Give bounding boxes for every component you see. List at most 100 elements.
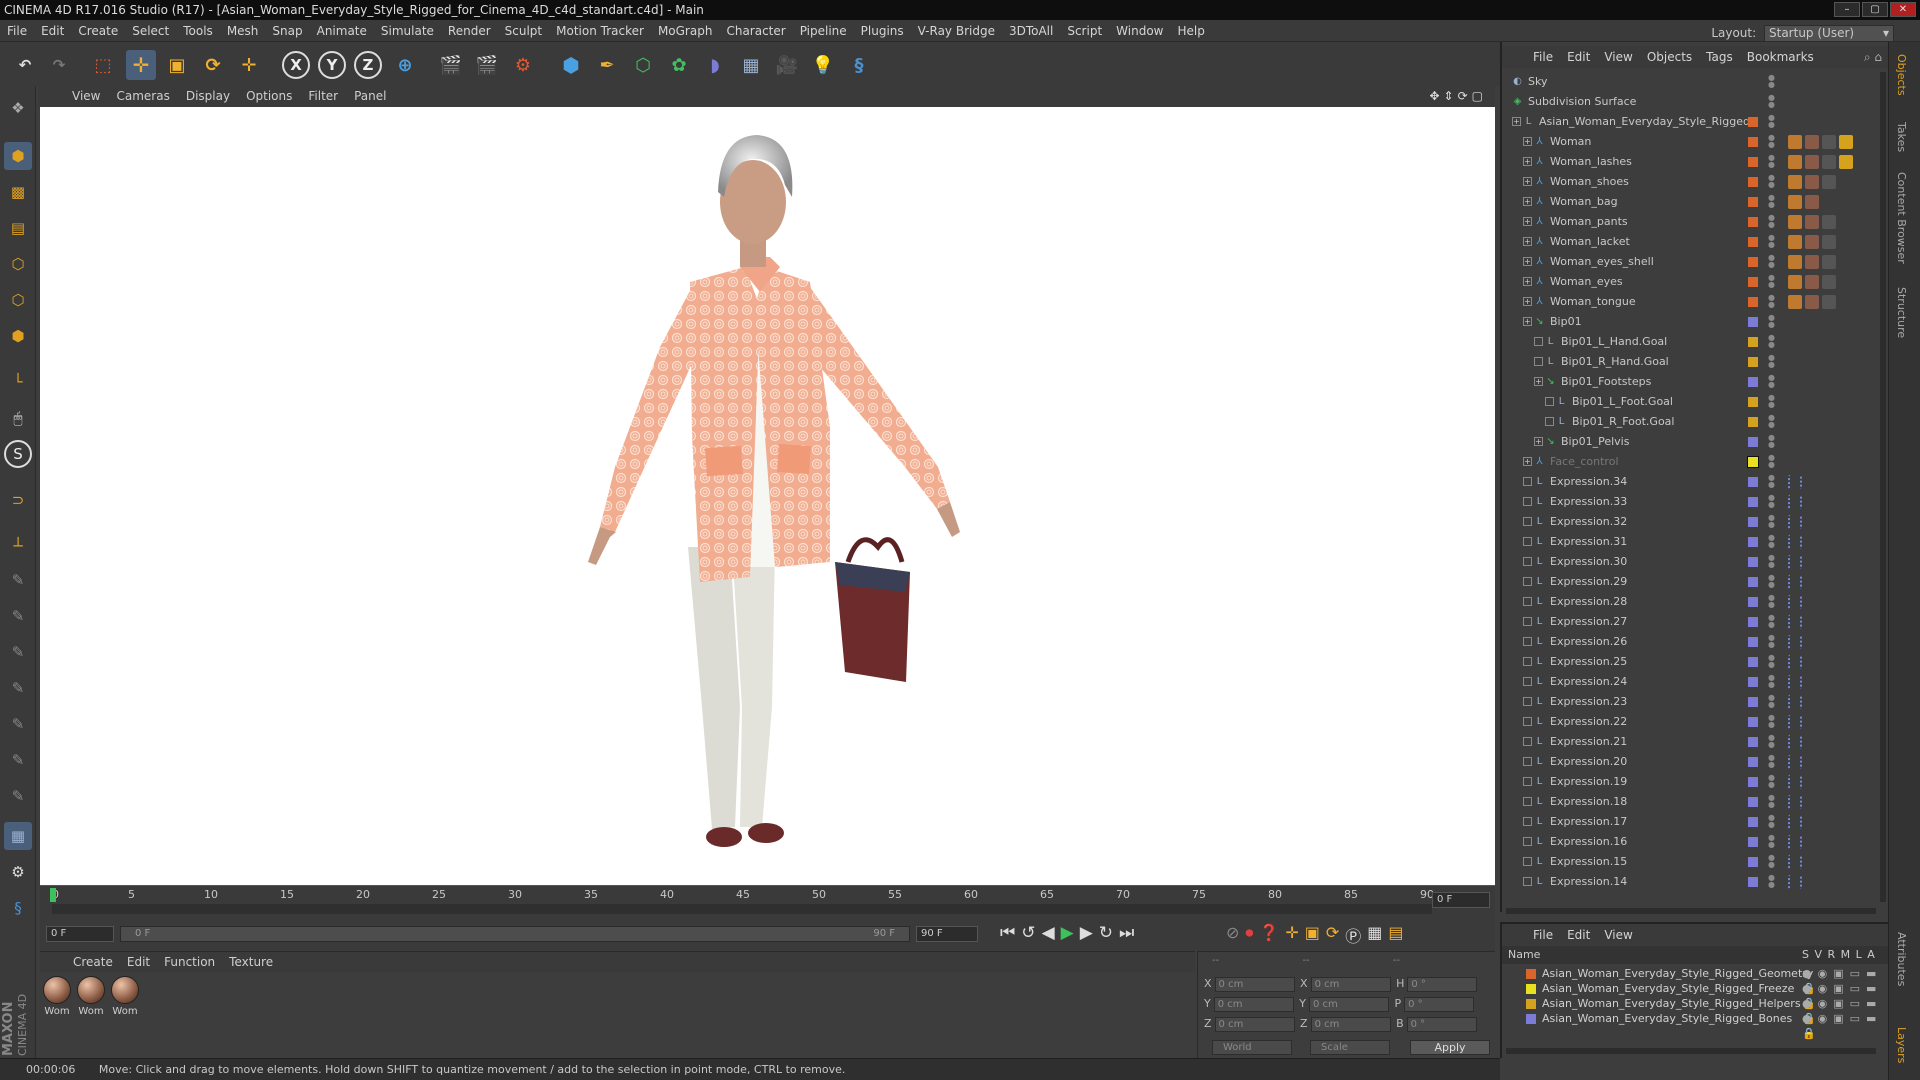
tag-icon[interactable] [1805, 275, 1819, 289]
layer-color-swatch[interactable] [1748, 277, 1758, 287]
grid-lock-icon[interactable]: ▦ [4, 822, 32, 850]
expand-toggle-icon[interactable] [1523, 497, 1532, 506]
layer-color-swatch[interactable] [1748, 317, 1758, 327]
z-axis-lock-button[interactable]: Z [354, 51, 382, 79]
motion-record-icon[interactable]: ⊘ [1226, 923, 1239, 947]
expand-toggle-icon[interactable]: + [1523, 457, 1532, 466]
expand-toggle-icon[interactable] [1523, 857, 1532, 866]
tab-layers[interactable]: Layers [1895, 1027, 1908, 1063]
key-scale-icon[interactable]: ▣ [1305, 923, 1320, 947]
rotation-h-field[interactable]: 0 ° [1407, 977, 1478, 992]
expand-toggle-icon[interactable]: + [1523, 137, 1532, 146]
menu-tools[interactable]: Tools [176, 20, 220, 42]
expand-toggle-icon[interactable]: + [1523, 217, 1532, 226]
object-row[interactable]: L Expression.15 ● ● [1502, 852, 1890, 872]
tag-icon[interactable] [1822, 255, 1836, 269]
menu-motion-tracker[interactable]: Motion Tracker [549, 20, 651, 42]
render-picture-viewer-icon[interactable]: 🎬 [472, 50, 502, 80]
visibility-dots-icon[interactable]: ● ● [1768, 134, 1775, 149]
object-row[interactable]: ◈ Subdivision Surface ● ● [1502, 92, 1890, 112]
menu-mesh[interactable]: Mesh [220, 20, 266, 42]
expand-toggle-icon[interactable]: + [1523, 177, 1532, 186]
position-z-field[interactable]: 0 cm [1214, 1017, 1295, 1032]
object-menu-objects[interactable]: Objects [1640, 46, 1699, 68]
object-row[interactable]: + ↘ Bip01_Pelvis ● ● [1502, 432, 1890, 452]
tag-icon[interactable] [1788, 875, 1802, 889]
object-row[interactable]: L Expression.30 ● ● [1502, 552, 1890, 572]
timeline-settings-icon[interactable]: ▤ [1388, 923, 1403, 947]
tag-icon[interactable] [1788, 855, 1802, 869]
visibility-dots-icon[interactable]: ● ● [1768, 214, 1775, 229]
visibility-dots-icon[interactable]: ● ● [1768, 474, 1775, 489]
object-row[interactable]: L Bip01_L_Hand.Goal ● ● [1502, 332, 1890, 352]
key-position-icon[interactable]: ✛ [1285, 923, 1298, 947]
tag-icon[interactable] [1788, 615, 1802, 629]
material-menu-create[interactable]: Create [66, 952, 120, 972]
expand-toggle-icon[interactable]: + [1523, 197, 1532, 206]
tag-icon[interactable] [1788, 555, 1802, 569]
object-menu-file[interactable]: File [1526, 46, 1560, 68]
layer-color-swatch[interactable] [1748, 697, 1758, 707]
viewport-menu-options[interactable]: Options [238, 86, 300, 107]
layer-color-swatch[interactable] [1748, 797, 1758, 807]
x-axis-lock-button[interactable]: X [282, 51, 310, 79]
tab-objects[interactable]: Objects [1895, 54, 1908, 96]
floor-icon[interactable]: ▦ [736, 50, 766, 80]
step-back-icon[interactable]: ◀ [1042, 923, 1055, 943]
visibility-dots-icon[interactable]: ● ● [1768, 94, 1775, 109]
expand-toggle-icon[interactable] [1523, 657, 1532, 666]
tag-icon[interactable] [1788, 295, 1802, 309]
close-button[interactable]: ✕ [1890, 2, 1916, 17]
position-x-field[interactable]: 0 cm [1214, 977, 1295, 992]
visibility-dots-icon[interactable]: ● ● [1768, 574, 1775, 589]
material-swatch[interactable]: Wom [42, 976, 72, 1017]
layer-color-swatch[interactable] [1748, 297, 1758, 307]
redo-icon[interactable]: ↷ [44, 50, 74, 80]
menu-character[interactable]: Character [719, 20, 792, 42]
object-row[interactable]: L Expression.25 ● ● [1502, 652, 1890, 672]
menu-sculpt[interactable]: Sculpt [498, 20, 549, 42]
tag-icon[interactable] [1788, 715, 1802, 729]
search-icon[interactable]: ⌕ ⌂ [1864, 46, 1882, 68]
tag-icon[interactable] [1822, 275, 1836, 289]
coordinate-system-icon[interactable]: ⊕ [390, 50, 420, 80]
spline-pen-icon[interactable]: ✒ [592, 50, 622, 80]
scale-x-field[interactable]: 0 cm [1310, 977, 1391, 992]
layer-color-swatch[interactable] [1748, 777, 1758, 787]
menu-pipeline[interactable]: Pipeline [793, 20, 854, 42]
expand-toggle-icon[interactable]: + [1523, 277, 1532, 286]
expand-toggle-icon[interactable] [1545, 397, 1554, 406]
layer-color-swatch[interactable] [1526, 984, 1536, 994]
end-frame-field[interactable]: 90 F [916, 926, 978, 942]
rotate-tool-icon[interactable]: ⟳ [198, 50, 228, 80]
tab-structure[interactable]: Structure [1895, 287, 1908, 338]
tag-icon[interactable] [1805, 155, 1819, 169]
grab-icon[interactable]: ✎ [4, 638, 32, 666]
object-row[interactable]: L Bip01_L_Foot.Goal ● ● [1502, 392, 1890, 412]
expand-toggle-icon[interactable] [1523, 557, 1532, 566]
visibility-dots-icon[interactable]: ● ● [1768, 454, 1775, 469]
object-menu-bookmarks[interactable]: Bookmarks [1740, 46, 1821, 68]
snap-icon[interactable]: S [4, 440, 32, 468]
layer-color-swatch[interactable] [1747, 456, 1759, 468]
layer-color-swatch[interactable] [1748, 197, 1758, 207]
tag-icon[interactable] [1822, 215, 1836, 229]
layout-dropdown[interactable]: Startup (User) ▾ [1764, 25, 1894, 42]
inflate-icon[interactable]: ✎ [4, 746, 32, 774]
visibility-dots-icon[interactable]: ● ● [1768, 854, 1775, 869]
visibility-dots-icon[interactable]: ● ● [1768, 554, 1775, 569]
object-row[interactable]: L Bip01_R_Hand.Goal ● ● [1502, 352, 1890, 372]
tag-icon[interactable] [1788, 175, 1802, 189]
expand-toggle-icon[interactable] [1523, 737, 1532, 746]
object-row[interactable]: + ⅄ Woman_eyes ● ● [1502, 272, 1890, 292]
layer-toggle-icons[interactable]: ●◉▣▭▬🔒 [1802, 1011, 1890, 1041]
object-row[interactable]: L Expression.24 ● ● [1502, 672, 1890, 692]
menu-mograph[interactable]: MoGraph [651, 20, 720, 42]
layer-color-swatch[interactable] [1748, 397, 1758, 407]
visibility-dots-icon[interactable]: ● ● [1768, 294, 1775, 309]
object-row[interactable]: L Expression.23 ● ● [1502, 692, 1890, 712]
visibility-dots-icon[interactable]: ● ● [1768, 674, 1775, 689]
layer-color-swatch[interactable] [1748, 377, 1758, 387]
layer-color-swatch[interactable] [1748, 237, 1758, 247]
next-key-icon[interactable]: ↻ [1099, 923, 1113, 943]
